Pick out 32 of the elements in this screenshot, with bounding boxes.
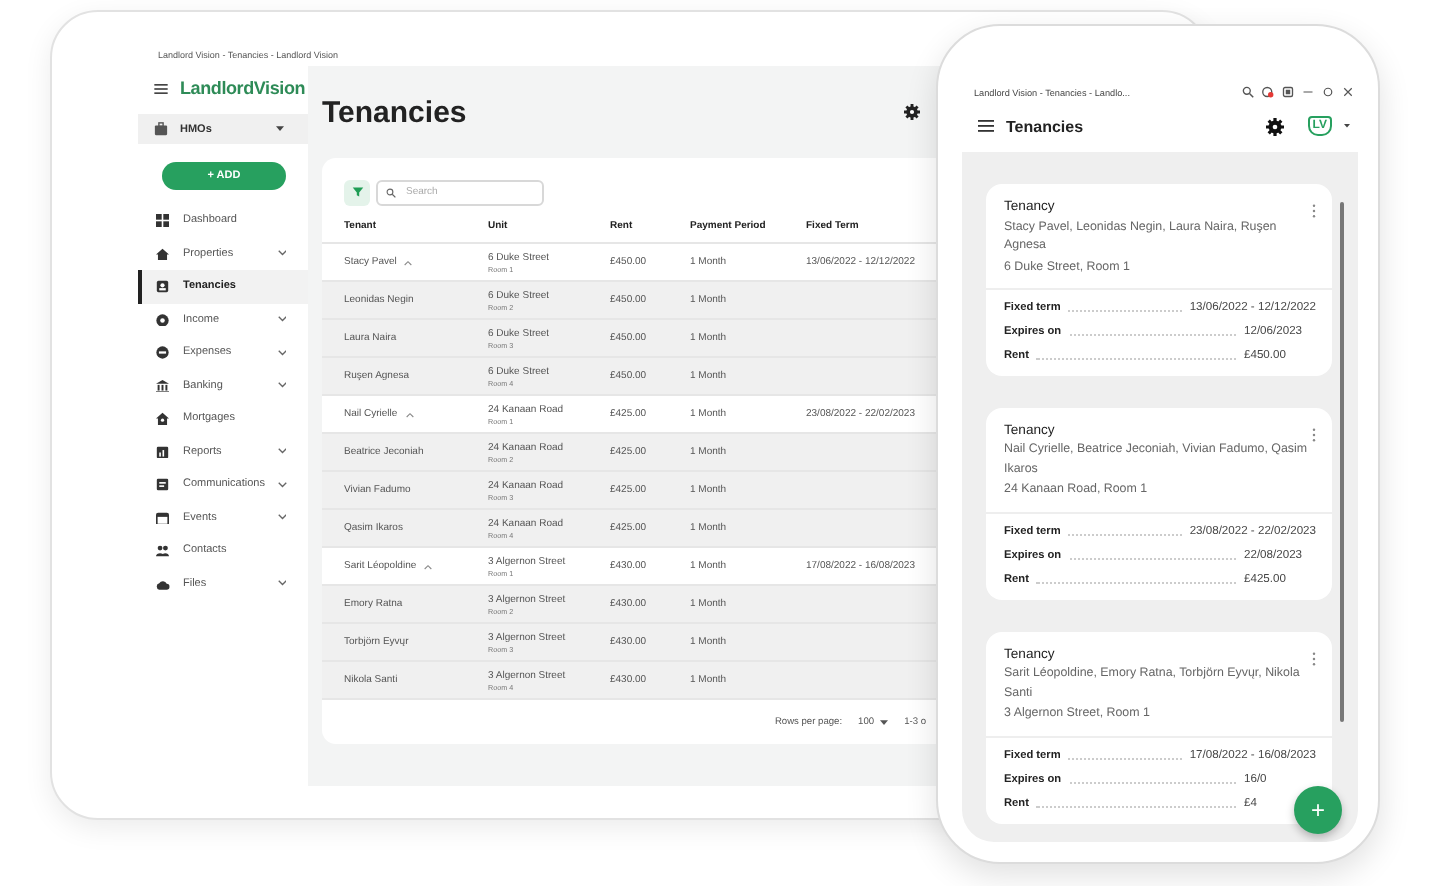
search-icon — [386, 187, 396, 197]
house-icon — [156, 247, 169, 260]
tab-icon[interactable] — [1282, 86, 1294, 98]
scrollbar[interactable] — [1340, 202, 1344, 722]
grid-icon — [156, 214, 169, 227]
filter-button[interactable] — [344, 179, 370, 205]
page-title: Tenancies — [322, 95, 469, 129]
document-icon — [156, 478, 169, 491]
search-icon[interactable] — [1242, 86, 1254, 98]
brand-logo: LandlordVision — [180, 78, 306, 98]
settings-icon[interactable] — [904, 104, 920, 120]
coin-icon — [156, 313, 169, 326]
settings-icon[interactable] — [1265, 117, 1284, 135]
briefcase-icon — [154, 122, 168, 136]
app-title: Tenancies — [1006, 117, 1086, 135]
maximize-icon[interactable] — [1322, 86, 1334, 98]
menu-icon[interactable] — [154, 83, 168, 93]
contact-card-icon — [156, 280, 169, 293]
dropdown-caret-icon — [276, 126, 284, 132]
calendar-icon — [156, 511, 169, 524]
menu-icon[interactable] — [978, 120, 994, 132]
caret-icon — [880, 719, 889, 725]
filter-icon — [351, 186, 363, 198]
record-icon[interactable] — [1262, 86, 1274, 98]
cloud-icon — [156, 577, 169, 590]
people-icon — [156, 544, 169, 557]
bank-icon — [156, 379, 169, 392]
caret-icon[interactable] — [1344, 124, 1350, 128]
document-icon — [156, 445, 169, 458]
house-icon — [156, 412, 169, 425]
close-icon[interactable] — [1342, 86, 1354, 98]
coin-icon — [156, 346, 169, 359]
